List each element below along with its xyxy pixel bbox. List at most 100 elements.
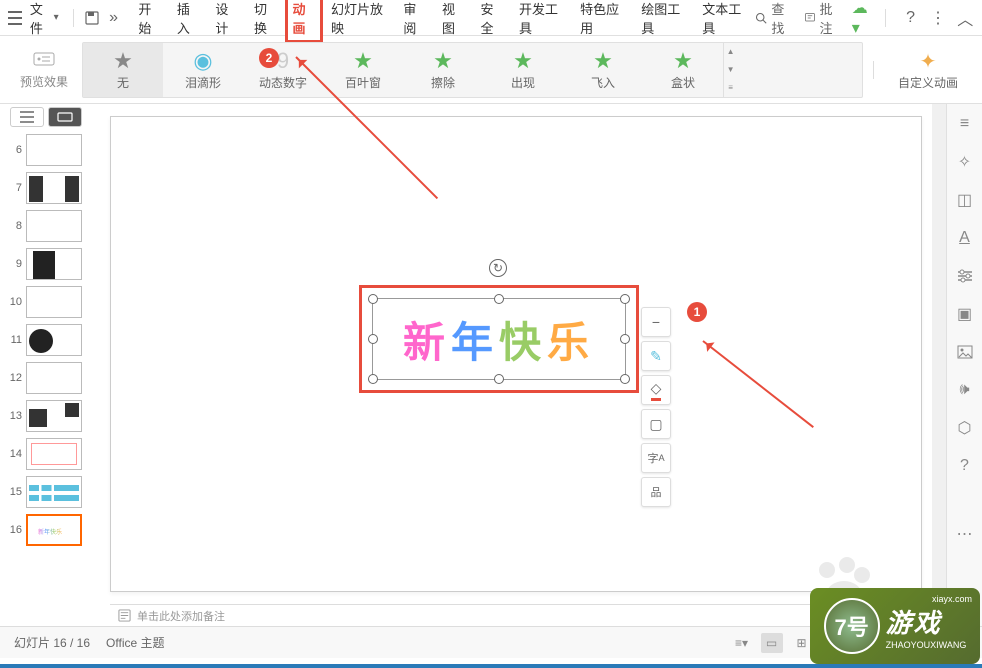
- resize-handle[interactable]: [494, 374, 504, 384]
- slide-thumb[interactable]: 16新年快乐: [6, 514, 94, 546]
- vertical-scrollbar[interactable]: [932, 104, 946, 626]
- tab-design[interactable]: 设计: [207, 0, 246, 43]
- tab-draw[interactable]: 绘图工具: [633, 0, 694, 43]
- slide-canvas[interactable]: ↻ 新年快乐 − ✎ ◇ ▢ 字: [110, 116, 922, 592]
- sound-icon[interactable]: 🕪: [953, 378, 977, 402]
- slide-thumb[interactable]: 11: [6, 324, 94, 356]
- rotate-handle[interactable]: ↻: [489, 259, 507, 277]
- panel-toggle: [0, 104, 100, 130]
- collapse-ribbon-icon[interactable]: ︿: [957, 8, 974, 28]
- resize-handle[interactable]: [368, 334, 378, 344]
- text-wrap-button[interactable]: 字A: [641, 443, 671, 473]
- more-layout-button[interactable]: 品: [641, 477, 671, 507]
- pen-button[interactable]: ✎: [641, 341, 671, 371]
- resize-handle[interactable]: [368, 294, 378, 304]
- resize-handle[interactable]: [620, 294, 630, 304]
- download-icon[interactable]: ⬡: [953, 416, 977, 440]
- custom-animation-button[interactable]: ✦ 自定义动画: [884, 43, 972, 97]
- font-icon[interactable]: A: [953, 226, 977, 250]
- help-sidebar-icon[interactable]: ?: [953, 454, 977, 478]
- slide-thumb[interactable]: 9: [6, 248, 94, 280]
- star-icon: ★: [513, 48, 533, 74]
- anim-appear[interactable]: ★ 出现: [483, 43, 563, 97]
- preview-icon: [32, 49, 56, 69]
- theme-name: Office 主题: [106, 634, 164, 651]
- tab-security[interactable]: 安全: [473, 0, 512, 43]
- slide-thumb[interactable]: 10: [6, 286, 94, 318]
- resize-handle[interactable]: [620, 334, 630, 344]
- slide-thumb[interactable]: 14: [6, 438, 94, 470]
- anim-flyin[interactable]: ★ 飞入: [563, 43, 643, 97]
- textbox-content: 新年快乐: [403, 309, 595, 370]
- file-menu[interactable]: 文件: [26, 0, 63, 37]
- tab-animation[interactable]: 动画: [285, 0, 324, 43]
- anim-none[interactable]: ★ 无: [83, 43, 163, 97]
- anim-label: 动态数字: [259, 74, 307, 91]
- normal-view-icon[interactable]: ▭: [761, 633, 783, 653]
- slide-num: 7: [6, 182, 22, 194]
- kebab-icon[interactable]: ⋮: [929, 8, 946, 28]
- gallery-down-icon[interactable]: ▼: [724, 61, 737, 79]
- top-menu-bar: 文件 » 开始 插入 设计 切换 动画 幻灯片放映 审阅 视图 安全 开发工具 …: [0, 0, 982, 36]
- search-button[interactable]: 查找: [755, 0, 793, 37]
- resize-handle[interactable]: [620, 374, 630, 384]
- menu-right: 查找 批注 ☁▾ ? ⋮ ︿: [755, 0, 974, 37]
- anim-wipe[interactable]: ★ 擦除: [403, 43, 483, 97]
- animation-ribbon: 预览效果 ★ 无 ◉ 泪滴形 9 动态数字 ★ 百叶窗 ★ 擦除 ★ 出现 ★ …: [0, 36, 982, 104]
- image-icon[interactable]: [953, 340, 977, 364]
- selected-textbox[interactable]: 新年快乐: [359, 285, 639, 393]
- slide-thumb[interactable]: 6: [6, 134, 94, 166]
- anim-box[interactable]: ★ 盒状: [643, 43, 723, 97]
- slide-list[interactable]: 6 7 8 9 10 11 12 13 14 15 16新年快乐: [0, 130, 100, 626]
- notes-placeholder: 单击此处添加备注: [137, 608, 225, 624]
- slide-thumb[interactable]: 8: [6, 210, 94, 242]
- zoom-out-button[interactable]: −: [641, 307, 671, 337]
- tab-devtools[interactable]: 开发工具: [511, 0, 572, 43]
- fill-button[interactable]: ◇: [641, 375, 671, 405]
- notes-bar[interactable]: 单击此处添加备注: [110, 604, 922, 626]
- outline-toggle[interactable]: [10, 107, 44, 127]
- slide-num: 8: [6, 220, 22, 232]
- resize-handle[interactable]: [368, 374, 378, 384]
- tab-insert[interactable]: 插入: [169, 0, 208, 43]
- tab-review[interactable]: 审阅: [395, 0, 434, 43]
- preview-button[interactable]: 预览效果: [10, 43, 78, 96]
- slide-num: 9: [6, 258, 22, 270]
- resize-handle[interactable]: [494, 294, 504, 304]
- more-icon[interactable]: »: [105, 8, 122, 28]
- status-left: 幻灯片 16 / 16 Office 主题: [14, 634, 165, 651]
- hamburger-icon[interactable]: [8, 11, 22, 25]
- cloud-icon[interactable]: ☁▾: [852, 8, 869, 28]
- slide-thumb[interactable]: 12: [6, 362, 94, 394]
- save-icon[interactable]: [84, 8, 101, 28]
- template-icon[interactable]: ◫: [953, 188, 977, 212]
- gallery-more-icon[interactable]: ≡: [724, 79, 737, 97]
- annotate-button[interactable]: 批注: [804, 0, 842, 37]
- tab-text[interactable]: 文本工具: [694, 0, 755, 43]
- star-icon: ★: [433, 48, 453, 74]
- anim-blinds[interactable]: ★ 百叶窗: [323, 43, 403, 97]
- number-icon: 9: [277, 48, 289, 74]
- slide-thumb[interactable]: 7: [6, 172, 94, 204]
- anim-teardrop[interactable]: ◉ 泪滴形: [163, 43, 243, 97]
- tab-view[interactable]: 视图: [434, 0, 473, 43]
- tab-special[interactable]: 特色应用: [572, 0, 633, 43]
- magic-icon[interactable]: ✧: [953, 150, 977, 174]
- help-icon[interactable]: ?: [902, 8, 919, 28]
- tab-slideshow[interactable]: 幻灯片放映: [323, 0, 395, 43]
- star-icon: ★: [353, 48, 373, 74]
- anim-dynamic-number[interactable]: 9 动态数字: [243, 43, 323, 97]
- gallery-up-icon[interactable]: ▲: [724, 43, 737, 61]
- tab-start[interactable]: 开始: [130, 0, 169, 43]
- slide-thumb[interactable]: 15: [6, 476, 94, 508]
- slide-thumb[interactable]: 13: [6, 400, 94, 432]
- settings-icon[interactable]: [953, 264, 977, 288]
- align-menu[interactable]: ≡▾: [731, 633, 753, 653]
- outline-button[interactable]: ▢: [641, 409, 671, 439]
- more-sidebar-icon[interactable]: ⋯: [953, 522, 977, 546]
- thumbnail-toggle[interactable]: [48, 107, 82, 127]
- menu-collapse-icon[interactable]: ≡: [953, 112, 977, 136]
- tab-transition[interactable]: 切换: [246, 0, 285, 43]
- archive-icon[interactable]: ▣: [953, 302, 977, 326]
- anim-label: 盒状: [671, 74, 695, 91]
